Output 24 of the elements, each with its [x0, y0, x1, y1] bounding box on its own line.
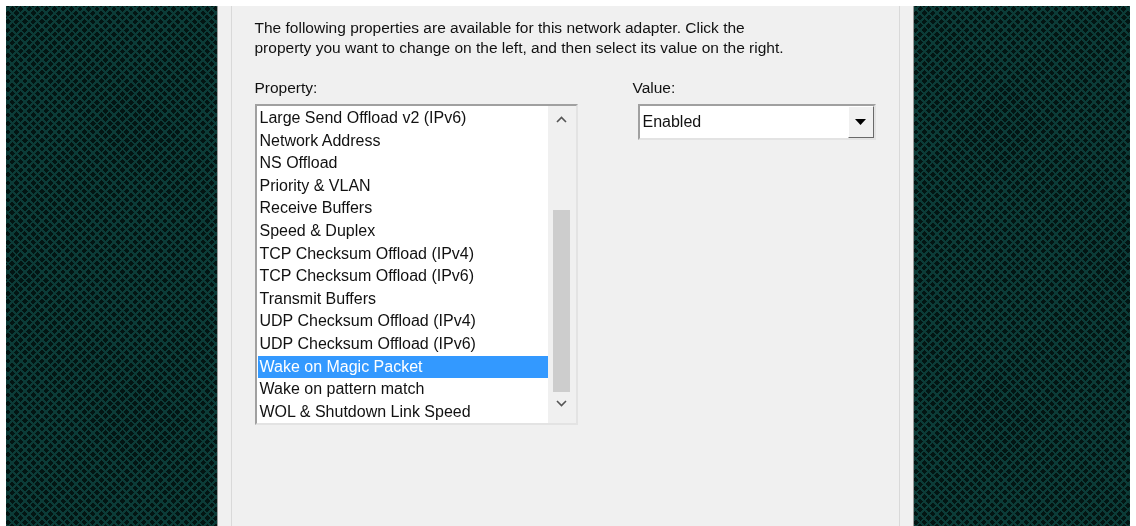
dropdown-button[interactable]: [847, 106, 874, 138]
property-list-item[interactable]: UDP Checksum Offload (IPv6): [257, 332, 548, 356]
property-list-item[interactable]: Network Address: [257, 129, 548, 153]
property-list-item[interactable]: Priority & VLAN: [257, 174, 548, 198]
property-list-item[interactable]: TCP Checksum Offload (IPv4): [257, 242, 548, 266]
property-label: Property:: [254, 78, 318, 98]
value-dropdown[interactable]: Enabled: [637, 104, 876, 140]
scrollbar[interactable]: [547, 106, 576, 423]
scroll-up-icon[interactable]: [556, 116, 567, 123]
property-list-item[interactable]: Receive Buffers: [257, 197, 548, 220]
property-list-item[interactable]: Large Send Offload v2 (IPv6): [257, 107, 548, 130]
property-list-item[interactable]: Transmit Buffers: [257, 287, 548, 311]
description-text: The following properties are available for this network adapter. Click the property you want to change on the left, and then select its value on the right.: [254, 18, 785, 58]
property-list-item[interactable]: WOL & Shutdown Link Speed: [257, 400, 548, 424]
property-list-item[interactable]: UDP Checksum Offload (IPv4): [257, 310, 548, 333]
property-list[interactable]: [254, 104, 578, 425]
property-list-item[interactable]: Wake on pattern match: [257, 378, 548, 401]
property-list-item[interactable]: TCP Checksum Offload (IPv6): [257, 265, 548, 288]
property-list-item[interactable]: NS Offload: [257, 152, 548, 175]
dropdown-arrow-icon: [855, 119, 866, 125]
scroll-down-icon[interactable]: [556, 400, 567, 407]
property-list-item[interactable]: Speed & Duplex: [257, 219, 548, 243]
scrollbar-thumb[interactable]: [553, 210, 570, 392]
value-label: Value:: [632, 78, 676, 98]
